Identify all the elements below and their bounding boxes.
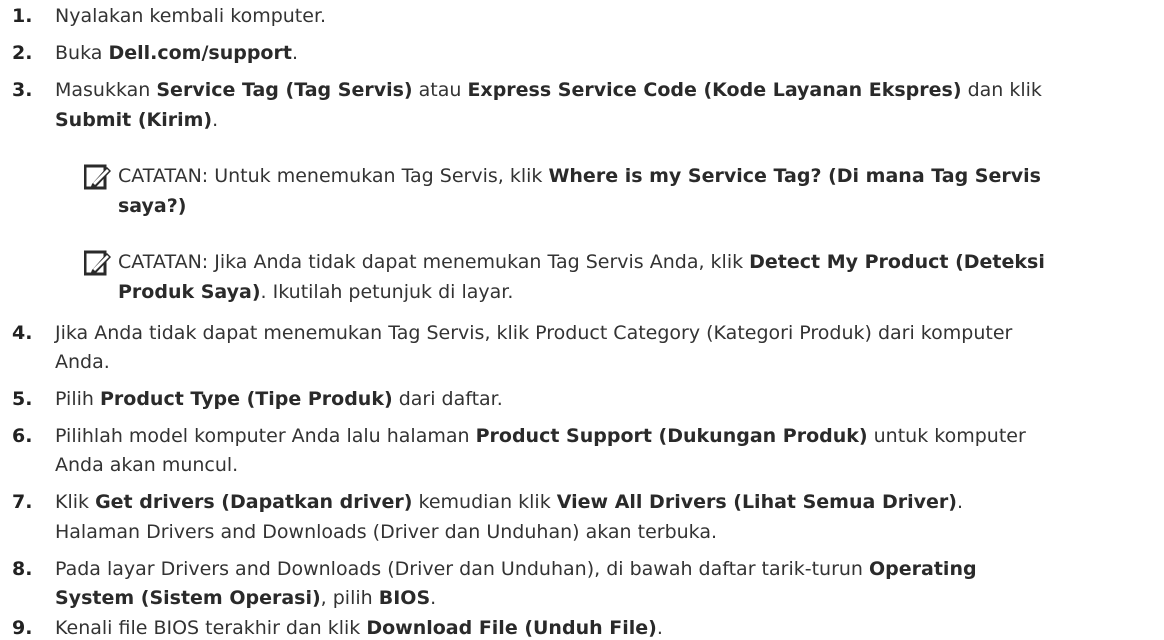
step-8-text: Pada layar Drivers and Downloads (Driver… — [55, 558, 977, 580]
pencil-note-icon — [84, 250, 111, 276]
step-number: 8. — [12, 558, 33, 580]
step-8-text-cont: System (Sistem Operasi), pilih BIOS. — [55, 587, 437, 609]
step-1-text: Nyalakan kembali komputer. — [55, 5, 327, 27]
note-2-text-cont: Produk Saya). Ikutilah petunjuk di layar… — [118, 281, 514, 303]
step-3-text: Masukkan Service Tag (Tag Servis) atau E… — [55, 79, 1042, 101]
step-9-text: Kenali file BIOS terakhir dan klik Downl… — [55, 617, 663, 639]
step-number: 6. — [12, 425, 33, 447]
step-number: 4. — [12, 322, 33, 344]
step-6-text: Pilihlah model komputer Anda lalu halama… — [55, 425, 1026, 447]
step-4-text-cont: Anda. — [55, 351, 110, 373]
step-number: 7. — [12, 491, 33, 513]
step-4-text: Jika Anda tidak dapat menemukan Tag Serv… — [55, 322, 1013, 344]
step-7-text-cont: Halaman Drivers and Downloads (Driver da… — [55, 521, 718, 543]
step-2-text: Buka Dell.com/support. — [55, 42, 298, 64]
step-3-text-cont: Submit (Kirim). — [55, 109, 219, 131]
step-7-text: Klik Get drivers (Dapatkan driver) kemud… — [55, 491, 963, 513]
note-1-text-cont: saya?) — [118, 195, 187, 217]
note-2-text: CATATAN: Jika Anda tidak dapat menemukan… — [118, 251, 1045, 273]
step-5-text: Pilih Product Type (Tipe Produk) dari da… — [55, 388, 503, 410]
document-page: 1. Nyalakan kembali komputer. 2. Buka De… — [0, 0, 1164, 640]
pencil-note-icon — [84, 164, 111, 190]
step-number: 5. — [12, 388, 33, 410]
dell-support-link: Dell.com/support — [108, 42, 292, 64]
step-number: 1. — [12, 5, 33, 27]
step-number: 2. — [12, 42, 33, 64]
note-1-text: CATATAN: Untuk menemukan Tag Servis, kli… — [118, 165, 1041, 187]
step-number: 9. — [12, 617, 33, 639]
step-6-text-cont: Anda akan muncul. — [55, 454, 239, 476]
step-number: 3. — [12, 79, 33, 101]
